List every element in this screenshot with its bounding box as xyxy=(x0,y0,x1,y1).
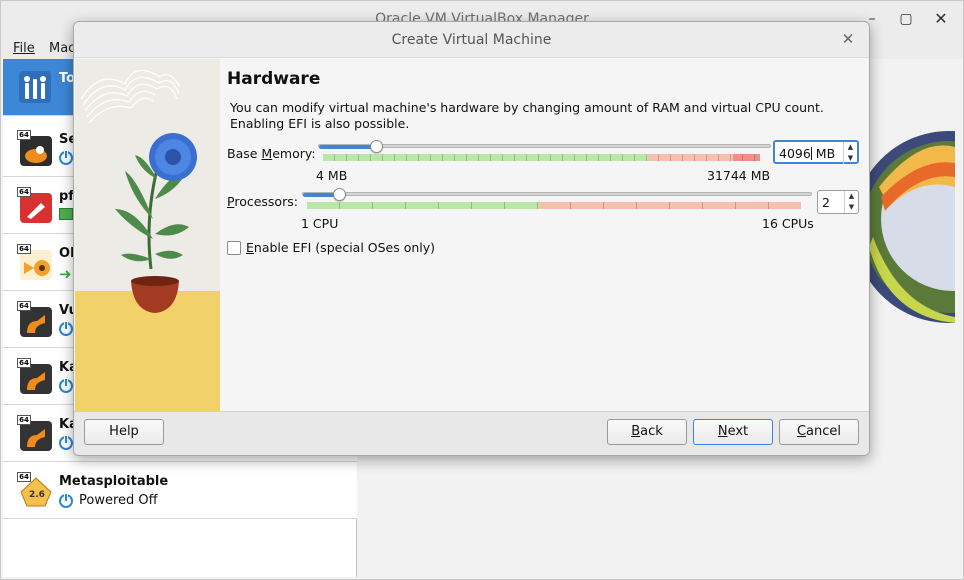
menu-file[interactable]: File xyxy=(13,41,35,56)
cpu-value[interactable]: 2 xyxy=(822,195,830,210)
os-icon: 64 xyxy=(17,358,53,394)
memory-slider-fill xyxy=(319,145,376,149)
saved-icon xyxy=(59,208,73,220)
power-icon xyxy=(59,321,73,336)
cpu-slider-fill xyxy=(303,193,336,197)
vm-state: Powered Off xyxy=(59,492,158,508)
help-button[interactable]: Help xyxy=(84,419,164,445)
maximize-icon[interactable]: ▢ xyxy=(897,10,915,28)
os-icon: 64 xyxy=(17,244,53,280)
os-icon: 64 xyxy=(17,187,53,223)
cpu-slider-track[interactable] xyxy=(302,192,812,196)
cpu-min-label: 1 CPU xyxy=(301,216,339,231)
dialog-titlebar: Create Virtual Machine ✕ xyxy=(74,22,869,58)
memory-ticks xyxy=(323,154,760,161)
efi-label[interactable]: Enable EFI (special OSes only) xyxy=(246,240,435,255)
processors-label: Processors: xyxy=(227,194,298,209)
dialog-title: Create Virtual Machine xyxy=(391,32,552,48)
description-line: Enabling EFI is also possible. xyxy=(230,116,410,131)
spin-down-icon[interactable]: ▼ xyxy=(845,202,858,213)
memory-min-label: 4 MB xyxy=(316,168,348,183)
close-icon[interactable]: ✕ xyxy=(840,31,856,47)
spin-up-icon[interactable]: ▲ xyxy=(844,142,857,153)
back-button[interactable]: Back xyxy=(607,419,687,445)
os-icon: 64 xyxy=(17,415,53,451)
page-description: You can modify virtual machine's hardwar… xyxy=(230,100,830,132)
power-icon xyxy=(59,150,73,165)
os-icon: 64 xyxy=(17,130,53,166)
vm-state: ➜ xyxy=(59,265,72,283)
base-memory-label: Base Memory: xyxy=(227,146,316,161)
cpu-max-label: 16 CPUs xyxy=(762,216,814,231)
linux-26-icon: 2.6 64 xyxy=(17,472,53,508)
memory-value[interactable]: 4096 MB xyxy=(779,146,835,161)
vm-name: pf xyxy=(59,189,74,204)
memory-spinbox[interactable]: 4096 MB ▲ ▼ xyxy=(773,140,859,164)
running-arrow-icon: ➜ xyxy=(59,265,72,283)
power-icon xyxy=(59,378,73,393)
page-title: Hardware xyxy=(227,69,321,89)
close-icon[interactable]: ✕ xyxy=(932,10,950,28)
tools-icon xyxy=(17,69,53,105)
power-icon xyxy=(59,435,73,450)
next-button[interactable]: Next xyxy=(693,419,773,445)
vm-row-metasploitable[interactable]: 2.6 64 Metasploitable Powered Off xyxy=(3,462,357,519)
vm-state-label: Powered Off xyxy=(79,493,158,508)
cancel-button[interactable]: Cancel xyxy=(779,419,859,445)
memory-spin-buttons: ▲ ▼ xyxy=(843,142,857,164)
spin-down-icon[interactable]: ▼ xyxy=(844,153,857,164)
vm-state xyxy=(59,208,73,220)
plant-illustration xyxy=(75,59,220,411)
description-line: You can modify virtual machine's hardwar… xyxy=(230,100,824,115)
spin-up-icon[interactable]: ▲ xyxy=(845,191,858,202)
welcome-illustration xyxy=(859,127,955,327)
create-vm-dialog: Create Virtual Machine ✕ Hardware You ca… xyxy=(73,21,870,456)
cpu-slider-handle[interactable] xyxy=(332,188,346,201)
cpu-spin-buttons: ▲ ▼ xyxy=(844,191,858,213)
os-icon: 64 xyxy=(17,301,53,337)
vm-name: Metasploitable xyxy=(59,474,169,489)
cpu-spinbox[interactable]: 2 ▲ ▼ xyxy=(817,190,859,214)
memory-slider-track[interactable] xyxy=(318,144,771,148)
power-icon xyxy=(59,492,73,508)
memory-max-label: 31744 MB xyxy=(707,168,771,183)
efi-checkbox[interactable] xyxy=(227,241,241,255)
version-badge: 2.6 xyxy=(29,490,45,500)
cpu-ticks xyxy=(307,202,801,209)
menu-machine[interactable]: Mac xyxy=(49,41,75,56)
memory-slider-handle[interactable] xyxy=(369,140,383,153)
